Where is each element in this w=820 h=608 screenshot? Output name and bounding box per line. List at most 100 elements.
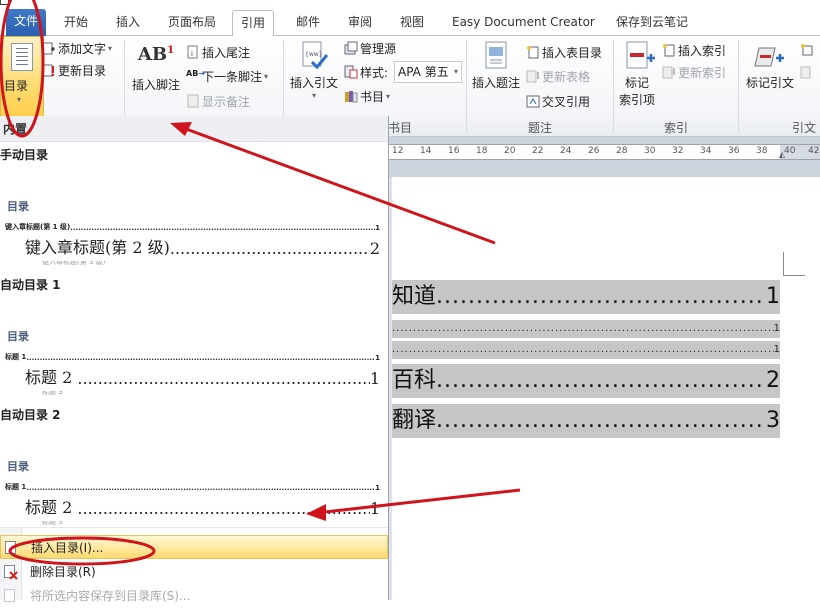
svg-text:i: i <box>191 50 193 58</box>
chevron-down-icon: ▾ <box>17 95 22 104</box>
insert-caption-label: 插入题注 <box>471 76 520 90</box>
update-table-icon <box>526 69 540 83</box>
show-notes-button[interactable]: 显示备注 <box>186 91 250 111</box>
toc-preview-level1: 标题 1....................................… <box>5 353 380 362</box>
right-indent-marker[interactable]: ◭ <box>779 150 785 159</box>
insert-footnote-button[interactable]: AB1 插入脚注 <box>130 44 182 93</box>
show-notes-icon <box>186 94 200 108</box>
remove-toc-menu-item[interactable]: 删除目录(R) <box>0 560 388 584</box>
save-to-gallery-icon <box>4 589 15 602</box>
ruler-tick: 34 <box>700 146 712 156</box>
update-table-of-authorities-button[interactable] <box>800 62 814 82</box>
insert-table-of-figures-label: 插入表目录 <box>542 45 603 60</box>
insert-caption-button[interactable]: 插入题注 <box>470 40 522 91</box>
insert-index-button[interactable]: 插入索引 <box>662 40 726 60</box>
ruler-tick: 22 <box>532 146 544 156</box>
toc-button-label: 目录 <box>4 79 29 93</box>
mark-entry-button[interactable]: 标记 索引项 <box>616 40 658 108</box>
update-authorities-icon <box>800 65 814 79</box>
insert-endnote-button[interactable]: i 插入尾注 <box>186 42 250 62</box>
update-toc-icon <box>42 63 56 77</box>
tab-save-to-cloud-notes[interactable]: 保存到云笔记 <box>608 10 696 36</box>
mark-citation-label: 标记引文 <box>745 76 794 90</box>
gallery-item-manual-toc[interactable]: 手动目录 目录 键入章标题(第 1 级)....................… <box>0 144 388 272</box>
bibliography-label: 书目 <box>360 89 385 104</box>
toc-field-line[interactable]: 百科......................................… <box>392 364 780 398</box>
insert-table-of-authorities-button[interactable] <box>800 40 814 60</box>
gallery-item-auto-toc-1[interactable]: 自动目录 1 目录 标题 1..........................… <box>0 274 388 402</box>
ruler-area: 12 14 16 18 20 22 24 26 28 30 32 34 36 3… <box>388 137 820 177</box>
tab-review[interactable]: 审阅 <box>340 10 380 36</box>
citation-style-select[interactable]: APA 第五 ▾ <box>394 61 462 83</box>
toc-preview-level2: 标题 2 ...................................… <box>25 498 380 518</box>
toc-preview-level2: 标题 2 ...................................… <box>25 368 380 388</box>
add-text-button[interactable]: 添加文字 ▾ <box>42 38 112 58</box>
tab-file[interactable]: 文件 <box>6 9 47 36</box>
style-label: 样式: <box>360 65 389 80</box>
ruler-tick: 40 <box>784 146 796 156</box>
menu-separator <box>0 527 388 528</box>
chevron-down-icon: ▾ <box>264 71 269 81</box>
save-selection-to-toc-gallery-menu-item[interactable]: 将所选内容保存到目录库(S)... <box>0 584 388 608</box>
toc-field-line[interactable]: 翻译......................................… <box>392 404 780 438</box>
mark-citation-button[interactable]: 标记引文 <box>742 40 798 91</box>
ribbon-tab-bar: 文件 开始 插入 页面布局 引用 邮件 审阅 视图 Easy Document … <box>0 0 820 37</box>
cross-reference-button[interactable]: 交叉引用 <box>526 91 590 111</box>
captions-group-label: 题注 <box>528 121 553 135</box>
update-table-label: 更新表格 <box>542 69 591 84</box>
tab-references[interactable]: 引用 <box>232 10 275 37</box>
tab-home[interactable]: 开始 <box>56 10 96 36</box>
ruler-tick: 16 <box>448 146 460 156</box>
endnote-icon: i <box>186 45 200 59</box>
ruler-tick: 32 <box>672 146 684 156</box>
next-footnote-icon: AB→ <box>186 69 205 78</box>
chevron-down-icon: ▾ <box>311 91 316 100</box>
style-icon <box>344 65 358 79</box>
add-text-label: 添加文字 <box>58 41 107 56</box>
ruler-tick: 28 <box>616 146 628 156</box>
ruler-tick: 18 <box>476 146 488 156</box>
ruler-tick: 26 <box>588 146 600 156</box>
chevron-down-icon: ▾ <box>453 67 458 76</box>
tab-insert[interactable]: 插入 <box>108 10 148 36</box>
update-index-button[interactable]: 更新索引 <box>662 62 726 82</box>
insert-table-of-figures-button[interactable]: 插入表目录 <box>526 42 602 62</box>
toc-field-line[interactable]: ........................................… <box>392 320 780 338</box>
footnote-ab-icon: AB1 <box>137 44 175 65</box>
horizontal-ruler[interactable]: 12 14 16 18 20 22 24 26 28 30 32 34 36 3… <box>388 144 820 160</box>
ruler-tick: 36 <box>728 146 740 156</box>
cross-reference-label: 交叉引用 <box>542 94 591 109</box>
insert-citation-icon: {ww} <box>300 40 329 74</box>
quick-access-icon[interactable] <box>0 0 9 5</box>
chevron-down-icon: ▾ <box>108 43 113 53</box>
gallery-item-title: 自动目录 1 <box>0 278 61 292</box>
insert-citation-label: 插入引文 <box>289 76 338 90</box>
tab-page-layout[interactable]: 页面布局 <box>160 10 224 36</box>
insert-caption-icon <box>482 40 510 74</box>
tab-mailings[interactable]: 邮件 <box>288 10 328 36</box>
tab-view[interactable]: 视图 <box>392 10 432 36</box>
update-toc-button[interactable]: 更新目录 <box>42 60 106 80</box>
insert-citation-button[interactable]: {ww} 插入引文 ▾ <box>288 40 340 100</box>
table-of-contents-button[interactable]: 目录 ▾ <box>0 36 44 117</box>
tab-easy-document-creator[interactable]: Easy Document Creator <box>444 10 603 36</box>
insert-toc-menu-item[interactable]: 插入目录(I)... <box>0 535 388 559</box>
toc-field-line[interactable]: 知道......................................… <box>392 280 780 314</box>
gallery-item-auto-toc-2[interactable]: 自动目录 2 目录 标题 1..........................… <box>0 404 388 532</box>
show-notes-label: 显示备注 <box>202 94 251 109</box>
toc-field-line[interactable]: ........................................… <box>392 341 780 359</box>
update-table-button[interactable]: 更新表格 <box>526 66 590 86</box>
next-footnote-button[interactable]: AB→ 下一条脚注 ▾ <box>186 66 268 86</box>
manage-sources-button[interactable]: 管理源 <box>344 38 396 58</box>
quick-access-toolbar <box>0 0 820 8</box>
index-group-label: 索引 <box>664 121 689 135</box>
cross-reference-icon <box>526 94 540 108</box>
ruler-tick: 42 <box>808 146 820 156</box>
bibliography-button[interactable]: 书目 ▾ <box>344 86 390 106</box>
update-index-icon <box>662 65 676 79</box>
toc-preview-level3: 标题 3 <box>42 391 63 396</box>
toc-preview-level2: 键入章标题(第 2 级)............................… <box>25 238 380 258</box>
toc-preview-heading: 目录 <box>7 200 29 213</box>
table-of-authorities-icon <box>800 43 814 57</box>
citation-style-value: APA 第五 <box>398 65 449 79</box>
